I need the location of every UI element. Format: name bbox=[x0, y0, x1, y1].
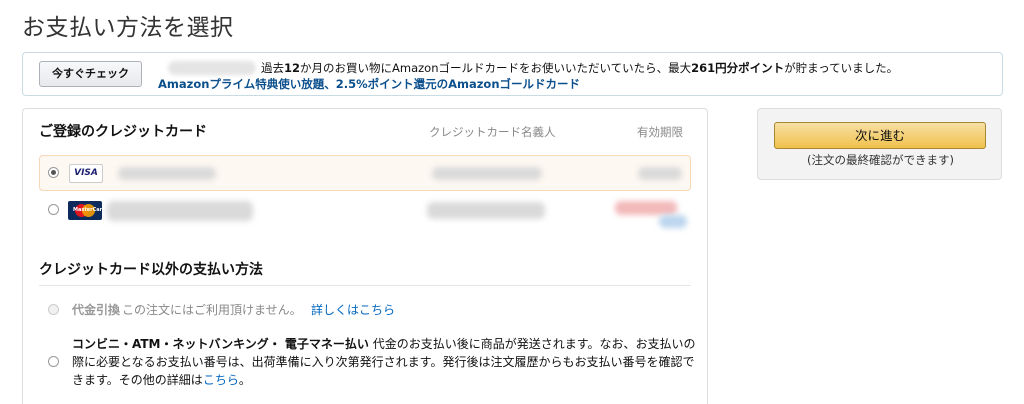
card-row-visa[interactable]: VISA bbox=[39, 155, 691, 191]
convenience-details-link[interactable]: こちら bbox=[203, 373, 239, 387]
cardholder-column-header: クレジットカード名義人 bbox=[429, 125, 556, 139]
cod-details-link[interactable]: 詳しくはこちら bbox=[311, 301, 395, 318]
card-row-mastercard[interactable]: MasterCard bbox=[39, 193, 691, 229]
blurred-card-number bbox=[118, 167, 216, 180]
proceed-panel: 次に進む (注文の最終確認ができます) bbox=[757, 108, 1002, 180]
section-divider bbox=[39, 285, 691, 286]
gold-card-link[interactable]: Amazonプライム特典使い放題、2.5%ポイント還元のAmazonゴールドカー… bbox=[158, 76, 580, 92]
next-note: (注文の最終確認ができます) bbox=[807, 153, 954, 167]
blurred-customer-name bbox=[168, 61, 256, 75]
card-radio-visa[interactable] bbox=[48, 167, 59, 178]
visa-icon: VISA bbox=[69, 164, 103, 183]
blurred-expiry bbox=[615, 201, 677, 215]
page-title: お支払い方法を選択 bbox=[22, 15, 234, 41]
registered-cards-title: ご登録のクレジットカード bbox=[39, 124, 207, 140]
cod-radio bbox=[48, 304, 59, 315]
expiry-column-header: 有効期限 bbox=[637, 125, 683, 139]
convenience-radio[interactable] bbox=[48, 356, 59, 367]
cod-unavailable-note: この注文にはご利用頂けません。 bbox=[122, 303, 302, 317]
convenience-payment-option[interactable]: コンビニ・ATM・ネットバンキング・ 電子マネー払い 代金のお支払い後に商品が発… bbox=[39, 335, 696, 393]
other-methods-title: クレジットカード以外の支払い方法 bbox=[39, 262, 263, 278]
blurred-expiry bbox=[638, 167, 682, 180]
blurred-cardholder-name bbox=[427, 202, 545, 219]
card-radio-mastercard[interactable] bbox=[48, 204, 59, 215]
convenience-description: コンビニ・ATM・ネットバンキング・ 電子マネー払い 代金のお支払い後に商品が発… bbox=[72, 337, 696, 387]
blurred-cardholder-name bbox=[432, 167, 542, 180]
next-button[interactable]: 次に進む bbox=[774, 122, 986, 149]
cod-option: 代金引換 この注文にはご利用頂けません。 詳しくはこちら bbox=[39, 301, 691, 321]
cod-label: 代金引換 bbox=[72, 303, 121, 317]
check-now-button[interactable]: 今すぐチェック bbox=[39, 61, 142, 87]
gold-card-promo-banner: 今すぐチェック 過去12か月のお買い物にAmazonゴールドカードをお使いいただ… bbox=[22, 52, 1003, 96]
promo-message: 過去12か月のお買い物にAmazonゴールドカードをお使いいただいていたら、最大… bbox=[261, 61, 899, 75]
mastercard-icon: MasterCard bbox=[68, 201, 106, 220]
blurred-expiry-note bbox=[659, 215, 687, 228]
blurred-card-number bbox=[107, 201, 253, 221]
payment-methods-panel: ご登録のクレジットカード クレジットカード名義人 有効期限 VISA Maste… bbox=[22, 108, 708, 404]
